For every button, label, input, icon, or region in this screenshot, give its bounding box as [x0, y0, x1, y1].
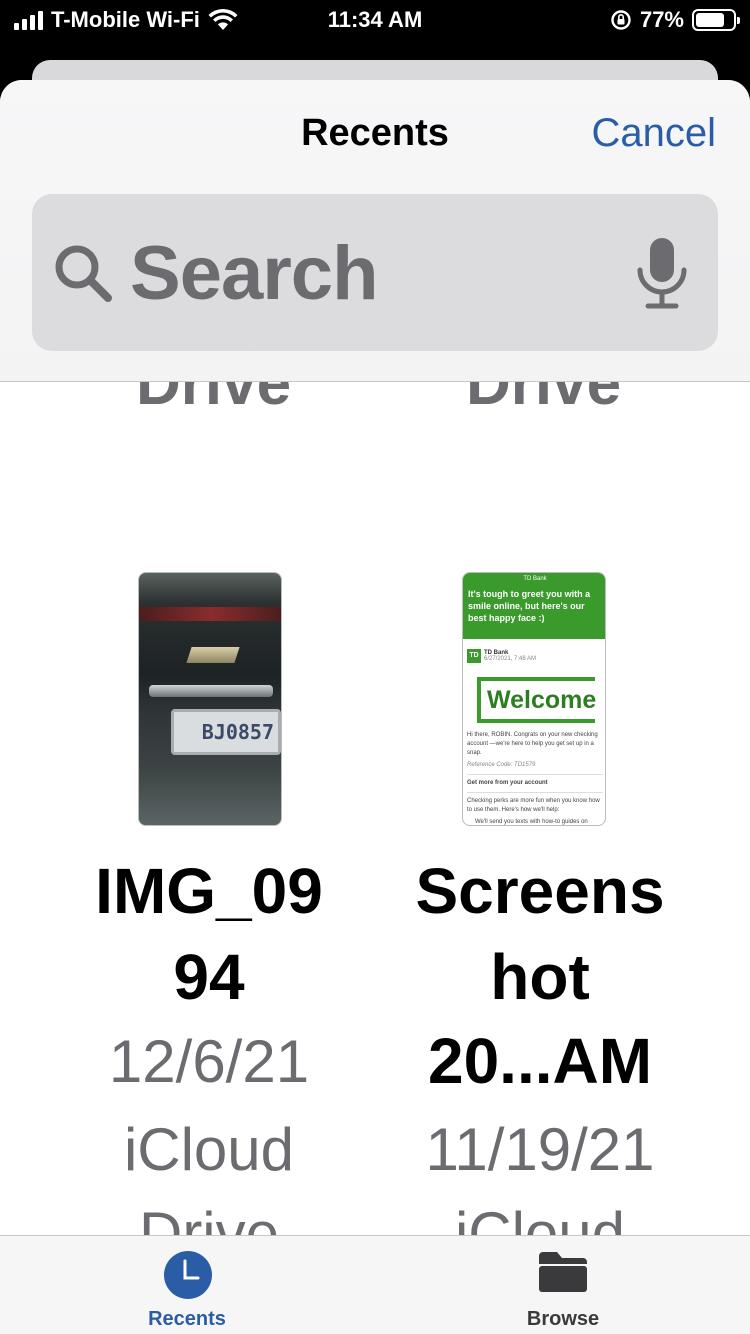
tab-browse-label: Browse — [526, 1308, 600, 1330]
file-date: 11/19/21 — [425, 1116, 655, 1183]
recents-sheet: Recents Cancel Search Drive Drive BJ0857… — [0, 80, 750, 1334]
clock-icon — [164, 1251, 212, 1299]
td-logo: TD — [467, 649, 481, 663]
car-bumper — [139, 769, 281, 825]
file-name: Screens — [415, 855, 665, 927]
file-name: 20...AM — [427, 1025, 653, 1097]
status-right: 77% — [610, 7, 740, 33]
folder-icon — [539, 1252, 587, 1292]
sheet-header: Recents Cancel Search — [0, 80, 750, 382]
screenshot-thumbnail[interactable]: TD Bank It's tough to greet you with a s… — [462, 572, 606, 826]
td-greeting: Hi there, ROBIN. Congrats on your new ch… — [467, 732, 598, 756]
file-date: 12/6/21 — [108, 1028, 310, 1095]
file-location: Drive — [138, 1200, 279, 1237]
photo-thumbnail[interactable]: BJ0857 — [138, 572, 282, 826]
tab-recents-label: Recents — [148, 1308, 226, 1330]
td-divider — [467, 792, 603, 793]
td-section-body: Checking perks are more fun when you kno… — [467, 798, 600, 813]
battery-fill — [696, 13, 724, 27]
status-bar: T-Mobile Wi-Fi 11:34 AM 77% — [0, 0, 750, 42]
battery-icon — [692, 9, 740, 31]
td-sender-block: TD Bank 6/27/2021, 7:48 AM — [484, 650, 536, 662]
td-welcome: Welcome — [477, 677, 596, 723]
td-sender-date: 6/27/2021, 7:48 AM — [484, 656, 537, 662]
search-icon — [55, 245, 112, 302]
car-emblem — [186, 647, 240, 663]
td-sender-row: TD TD Bank 6/27/2021, 7:48 AM — [467, 649, 536, 663]
td-email-header: TD Bank It's tough to greet you with a s… — [463, 573, 605, 639]
search-field[interactable]: Search — [32, 194, 718, 351]
cancel-button[interactable]: Cancel — [591, 111, 716, 156]
file-location: iCloud — [123, 1116, 295, 1183]
td-divider — [467, 774, 603, 775]
partial-location-label: Drive — [466, 382, 622, 418]
car-chrome-trim — [149, 685, 273, 697]
license-plate: BJ0857 — [171, 709, 281, 755]
td-reference: Reference Code: TD1579 — [467, 762, 536, 768]
td-top-bar: TD Bank — [523, 576, 547, 582]
tab-recents[interactable]: Recents — [87, 1236, 287, 1334]
tab-bar: Recents Browse — [0, 1235, 750, 1334]
tab-browse[interactable]: Browse — [463, 1236, 663, 1334]
td-headline: It's tough to greet you with a smile onl… — [468, 589, 591, 623]
td-body: Hi there, ROBIN. Congrats on your new ch… — [467, 731, 603, 825]
file-name: hot — [490, 941, 590, 1013]
file-grid[interactable]: Drive Drive BJ0857 IMG_09 94 12/6/21 iCl… — [0, 382, 750, 1237]
search-input[interactable]: Search — [130, 230, 378, 317]
file-name: IMG_09 — [95, 855, 323, 927]
microphone-icon[interactable] — [634, 236, 690, 312]
td-section: Get more from your account — [467, 780, 548, 786]
file-location: iCloud — [454, 1200, 626, 1237]
car-taillight — [139, 607, 281, 621]
file-name: 94 — [173, 941, 245, 1013]
battery-percent: 77% — [639, 7, 684, 32]
td-bullet: We'll send you texts with how-to guides … — [475, 819, 588, 825]
partial-location-label: Drive — [136, 382, 292, 418]
rotation-lock-icon — [611, 10, 631, 30]
